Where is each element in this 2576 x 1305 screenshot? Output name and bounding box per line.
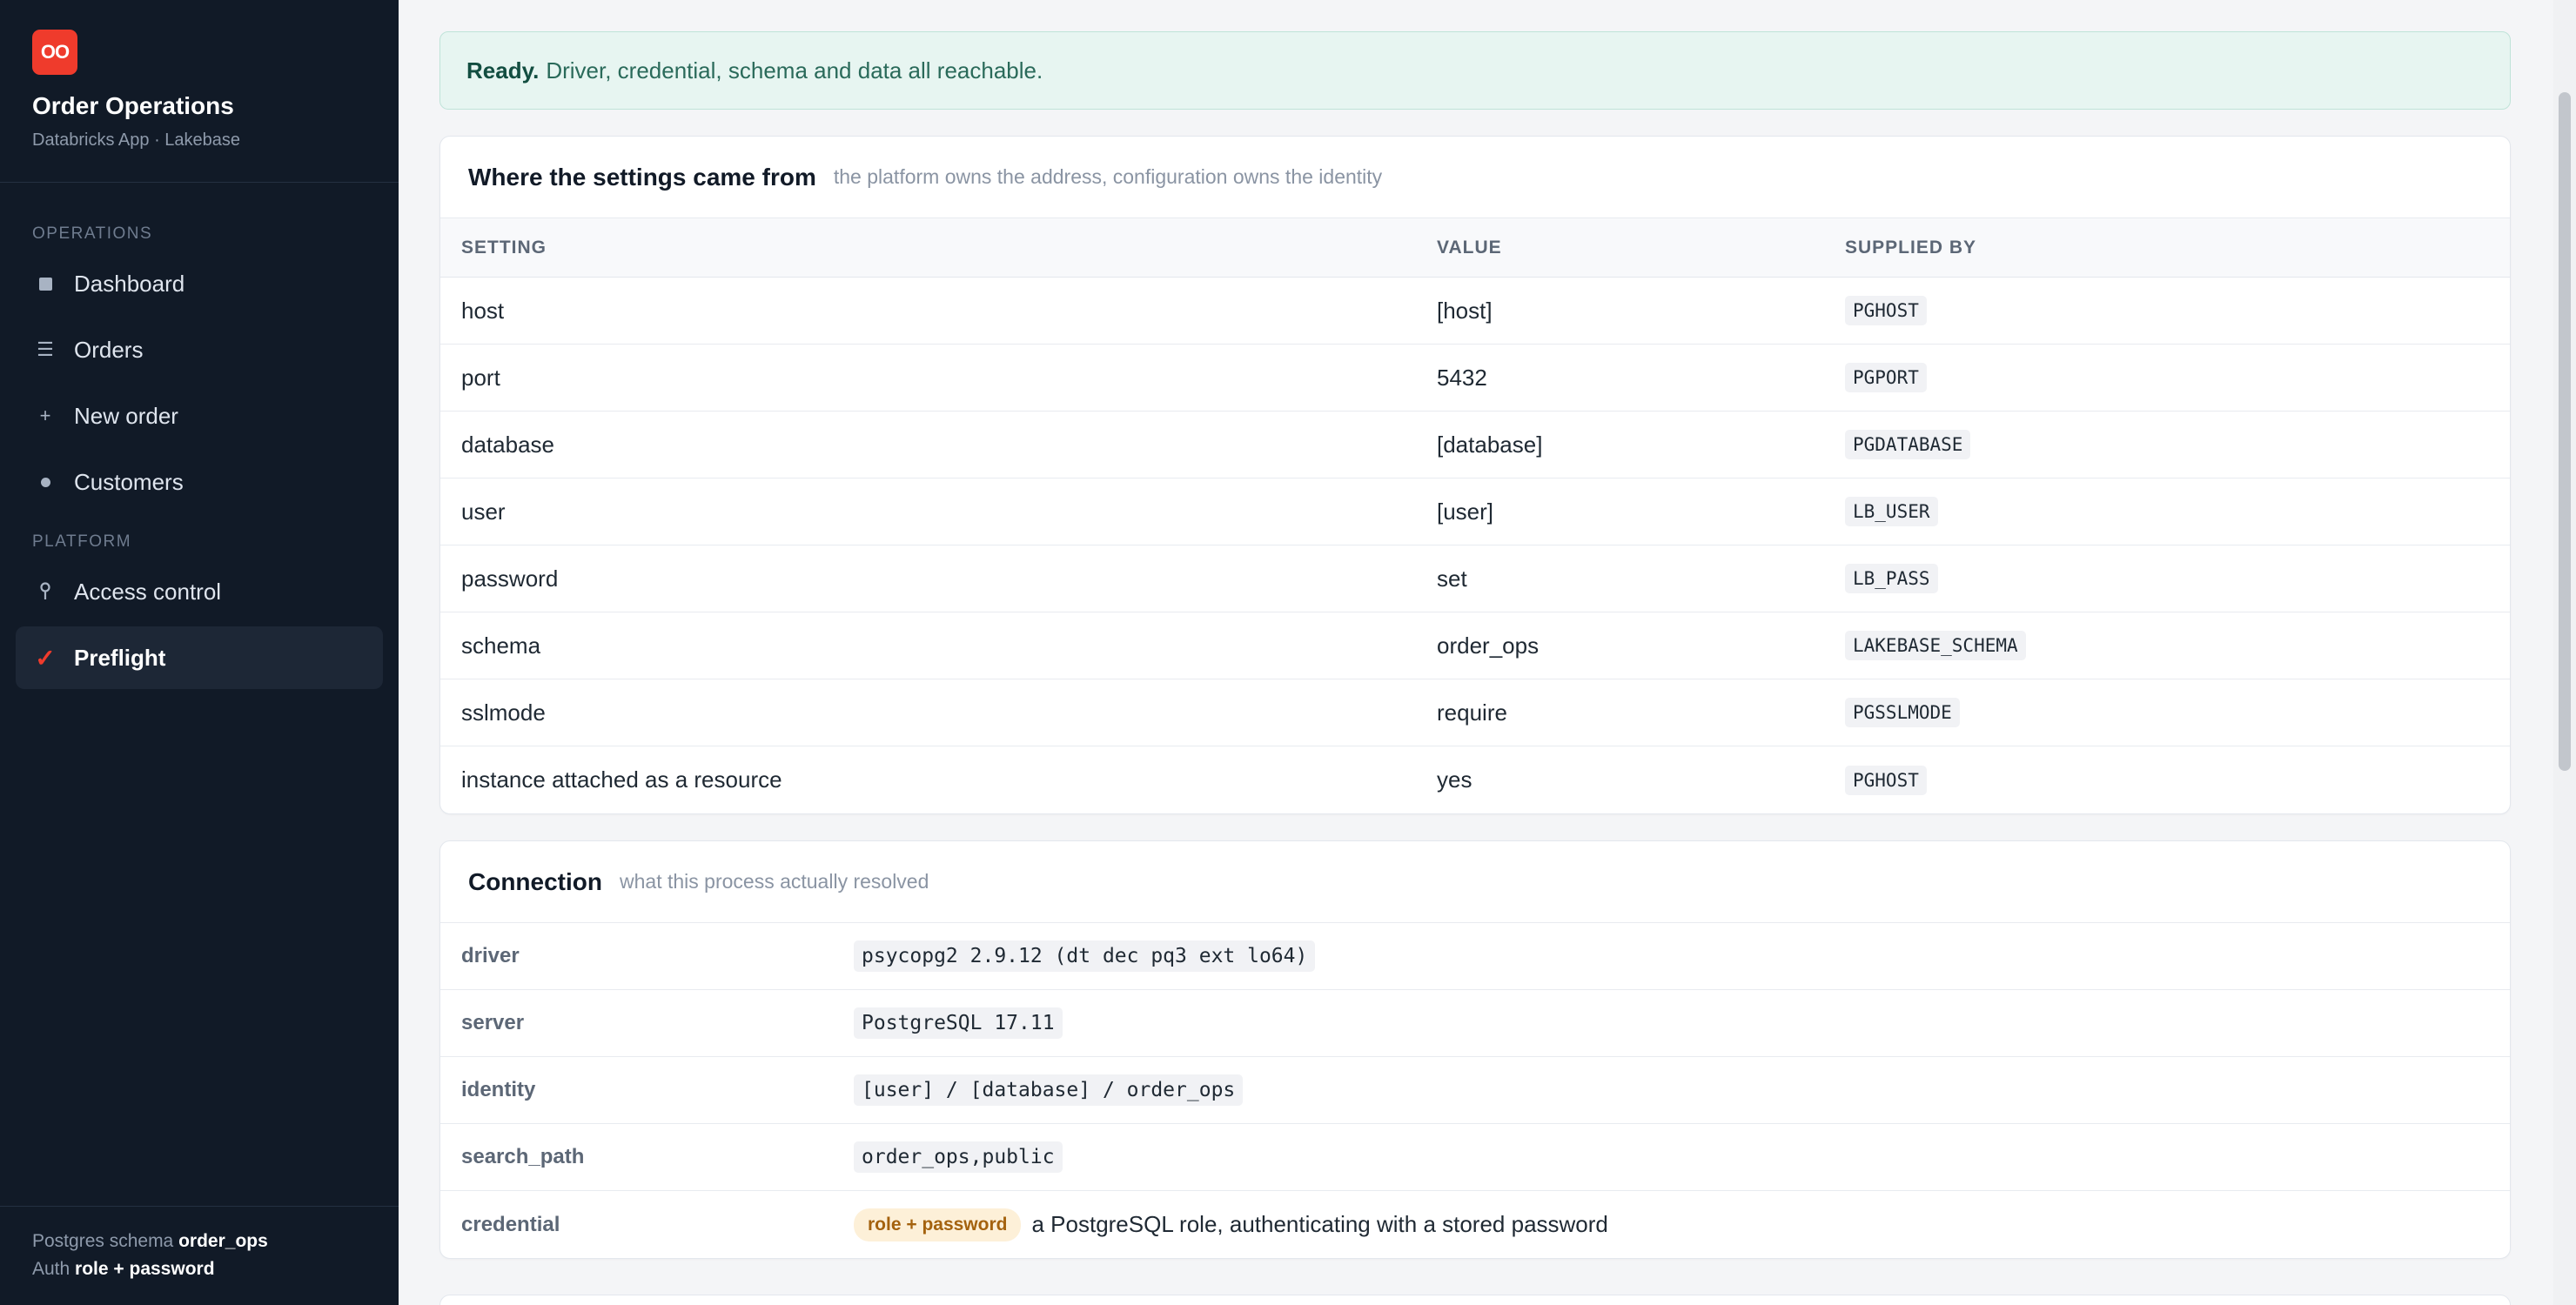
settings-table-body: host [host] PGHOST port 5432 PGPORT data… (440, 278, 2510, 813)
scrollbar-thumb[interactable] (2559, 92, 2571, 771)
connection-key: server (461, 1011, 525, 1034)
value-cell: [database] (1437, 431, 1543, 458)
main-content: Ready. Driver, credential, schema and da… (439, 31, 2511, 1259)
sidebar-item-orders[interactable]: ☰ Orders (16, 318, 383, 381)
connection-row-driver: driver psycopg2 2.9.12 (dt dec pq3 ext l… (440, 923, 2510, 990)
env-var-code: PGPORT (1845, 363, 1927, 392)
connection-row-identity: identity [user] / [database] / order_ops (440, 1057, 2510, 1124)
value-cell: [host] (1437, 297, 1493, 324)
check-icon: ✓ (35, 644, 56, 672)
app-title: Order Operations (32, 92, 234, 119)
card-header: Where the settings came from the platfor… (440, 137, 2510, 218)
setting-cell: schema (461, 632, 541, 659)
connection-value: [user] / [database] / order_ops (854, 1074, 1244, 1106)
table-row: instance attached as a resource yes PGHO… (440, 746, 2510, 813)
table-row: database [database] PGDATABASE (440, 412, 2510, 478)
list-icon: ☰ (37, 338, 54, 360)
connection-key: search_path (461, 1145, 585, 1168)
setting-cell: port (461, 364, 500, 391)
env-var-code: LB_PASS (1845, 564, 1938, 593)
setting-cell: user (461, 498, 506, 525)
app-subtitle: Databricks App · Lakebase (32, 130, 241, 150)
env-var-code: PGHOST (1845, 765, 1927, 795)
status-banner-strong: Ready. (466, 57, 540, 84)
table-row: schema order_ops LAKEBASE_SCHEMA (440, 612, 2510, 679)
sidebar-item-dashboard[interactable]: Dashboard (16, 252, 383, 315)
sidebar-item-access-control[interactable]: Access control (16, 560, 383, 623)
card-subtitle: what this process actually resolved (620, 870, 929, 893)
schema-value: order_ops (178, 1231, 268, 1251)
value-cell: order_ops (1437, 632, 1540, 659)
card-subtitle: the platform owns the address, configura… (833, 165, 1383, 188)
value-cell: 5432 (1437, 364, 1487, 391)
column-header-supplied-by: SUPPLIED BY (1845, 237, 1977, 258)
setting-cell: sslmode (461, 699, 546, 726)
setting-cell: database (461, 431, 554, 458)
env-var-code: PGHOST (1845, 296, 1927, 325)
sidebar-item-label: Preflight (74, 644, 166, 671)
setting-cell: password (461, 565, 559, 592)
key-icon (32, 582, 58, 601)
scrollbar[interactable] (2553, 0, 2576, 1305)
connection-value: PostgreSQL 17.11 (854, 1007, 1063, 1039)
connection-row-credential: credential role + password a PostgreSQL … (440, 1191, 2510, 1258)
sidebar-item-customers[interactable]: Customers (16, 451, 383, 513)
connection-key: driver (461, 944, 520, 967)
settings-card: Where the settings came from the platfor… (439, 136, 2511, 814)
connection-value: psycopg2 2.9.12 (dt dec pq3 ext lo64) (854, 940, 1316, 972)
nav-section-platform: PLATFORM (32, 532, 132, 551)
card-header: Connection what this process actually re… (440, 841, 2510, 923)
sidebar-footer: Postgres schema order_ops Auth role + pa… (0, 1206, 399, 1305)
env-var-code: PGSSLMODE (1845, 698, 1960, 727)
brand-block: OO Order Operations Databricks App · Lak… (0, 0, 399, 183)
sidebar-item-preflight[interactable]: ✓ Preflight (16, 626, 383, 689)
auth-value: role + password (75, 1259, 215, 1279)
setting-cell: host (461, 297, 505, 324)
table-row: host [host] PGHOST (440, 278, 2510, 345)
table-row: password set LB_PASS (440, 545, 2510, 612)
env-var-code: LAKEBASE_SCHEMA (1845, 631, 2026, 660)
connection-row-server: server PostgreSQL 17.11 (440, 990, 2510, 1057)
connection-list: driver psycopg2 2.9.12 (dt dec pq3 ext l… (440, 923, 2510, 1258)
value-cell: set (1437, 565, 1467, 592)
card-title: Where the settings came from (468, 163, 816, 191)
connection-key: identity (461, 1078, 536, 1101)
table-header: SETTING VALUE SUPPLIED BY (440, 218, 2510, 278)
plus-icon: + (39, 405, 51, 426)
env-var-code: LB_USER (1845, 497, 1938, 526)
connection-row-search-path: search_path order_ops,public (440, 1124, 2510, 1191)
schema-label: Postgres schema (32, 1231, 174, 1251)
nav-section-operations: OPERATIONS (32, 224, 153, 243)
status-banner-text: Driver, credential, schema and data all … (546, 57, 1043, 84)
card-title: Connection (468, 867, 602, 895)
app-logo: OO (32, 30, 77, 75)
square-icon (32, 277, 58, 291)
value-cell: [user] (1437, 498, 1494, 525)
table-row: user [user] LB_USER (440, 478, 2510, 545)
credential-badge: role + password (854, 1208, 1022, 1241)
value-cell: yes (1437, 766, 1472, 793)
column-header-value: VALUE (1437, 237, 1502, 258)
sidebar-item-new-order[interactable]: + New order (16, 385, 383, 447)
sidebar-item-label: Customers (74, 468, 184, 495)
sidebar: OO Order Operations Databricks App · Lak… (0, 0, 399, 1305)
connection-card: Connection what this process actually re… (439, 840, 2511, 1259)
status-banner: Ready. Driver, credential, schema and da… (439, 31, 2511, 110)
next-card-peek (439, 1295, 2511, 1305)
connection-value: order_ops,public (854, 1141, 1063, 1173)
connection-value: a PostgreSQL role, authenticating with a… (1031, 1211, 1608, 1237)
table-row: port 5432 PGPORT (440, 345, 2510, 412)
sidebar-item-label: Access control (74, 578, 222, 605)
sidebar-item-label: Dashboard (74, 270, 185, 297)
column-header-setting: SETTING (461, 237, 547, 258)
auth-label: Auth (32, 1259, 70, 1279)
value-cell: require (1437, 699, 1507, 726)
table-row: sslmode require PGSSLMODE (440, 679, 2510, 746)
connection-key: credential (461, 1212, 560, 1236)
sidebar-item-label: New order (74, 402, 178, 429)
env-var-code: PGDATABASE (1845, 430, 1971, 459)
setting-cell: instance attached as a resource (461, 766, 782, 793)
sidebar-item-label: Orders (74, 336, 144, 363)
dot-icon (32, 477, 58, 487)
